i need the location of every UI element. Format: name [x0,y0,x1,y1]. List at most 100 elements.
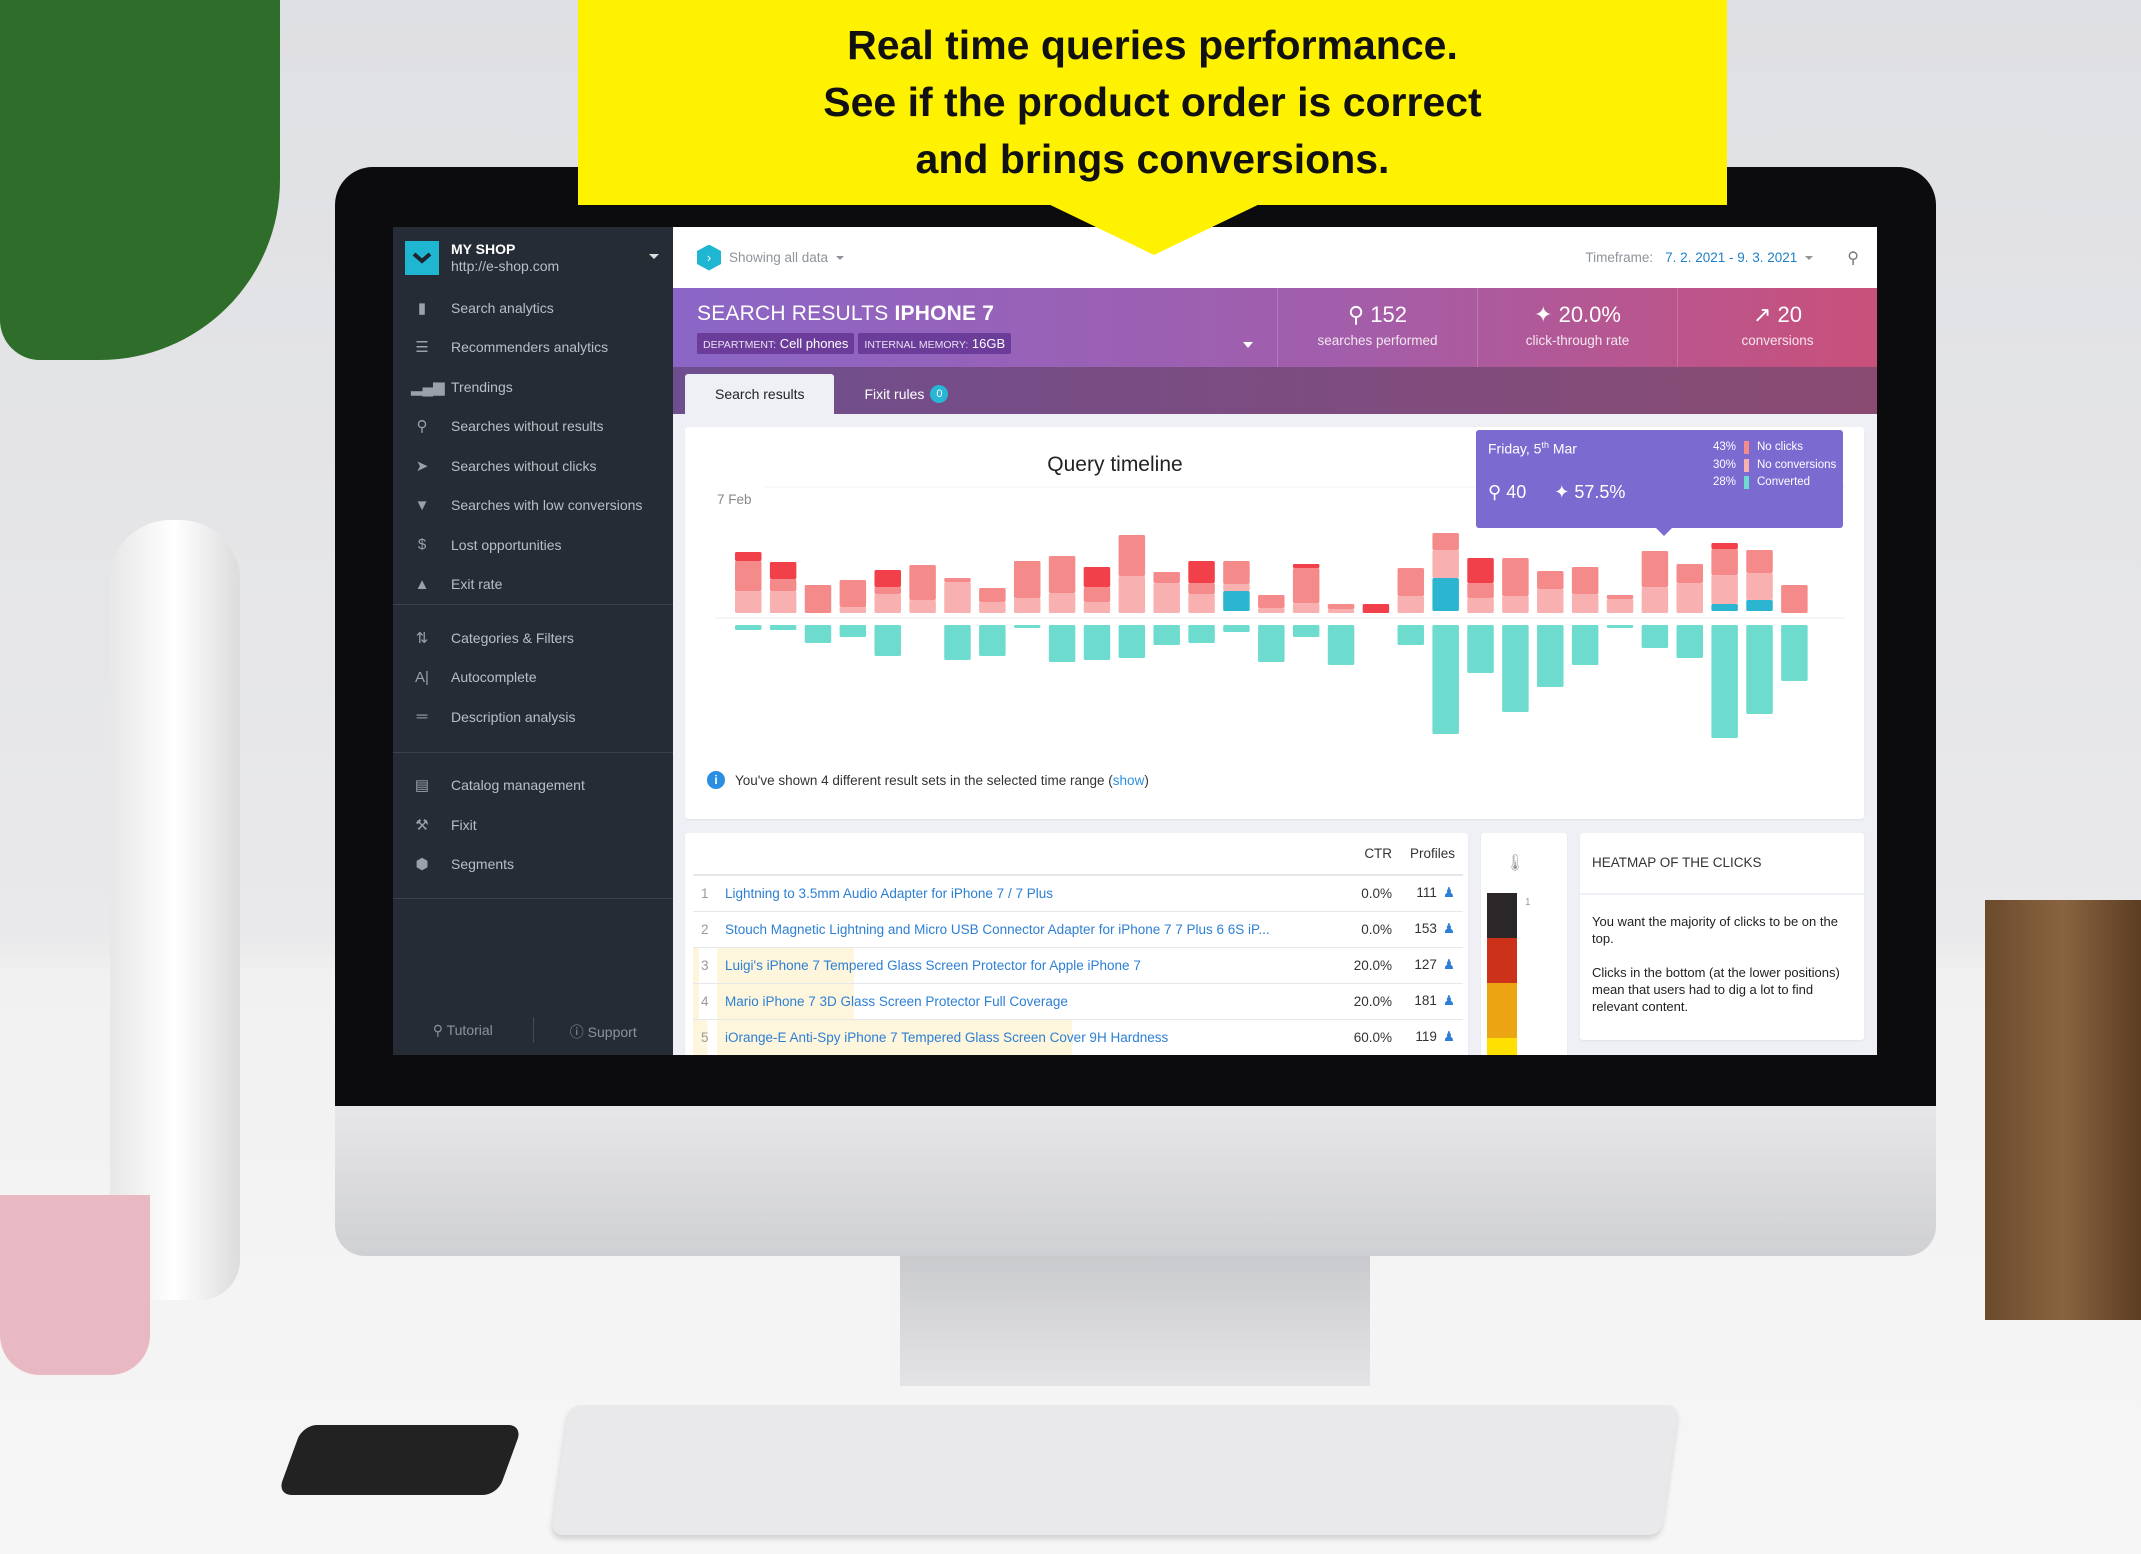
bar-mid-28-feb[interactable] [1467,583,1494,598]
bar-light-3-mar[interactable] [1571,594,1599,613]
sidebar-item-searches-without-results[interactable]: ⚲ Searches without results [393,407,673,447]
bar-teal-4-mar[interactable] [1606,625,1634,628]
bar-mid-3-mar[interactable] [1571,567,1599,594]
bar-light-16-feb[interactable] [1048,593,1076,613]
bar-mid-4-mar[interactable] [1606,595,1634,599]
product-link[interactable]: Lightning to 3.5mm Audio Adapter for iPh… [725,886,1053,901]
bar-teal-11-feb[interactable] [874,625,901,656]
bar-light-20-feb[interactable] [1188,594,1215,613]
bar-light-12-feb[interactable] [909,600,936,613]
bar-light-27-feb[interactable] [1432,550,1459,578]
bar-red-20-feb[interactable] [1188,561,1215,583]
bar-teal-15-feb[interactable] [1013,625,1041,628]
user-profile-icon[interactable]: ♟ [1443,885,1455,900]
data-filter-dropdown[interactable]: Showing all data [729,250,845,265]
user-profile-icon[interactable]: ♟ [1443,957,1455,972]
user-profile-icon[interactable]: ♟ [1443,993,1455,1008]
bar-light-15-feb[interactable] [1013,598,1041,613]
bar-mid-24-feb[interactable] [1327,604,1355,609]
bar-mid-9-feb[interactable] [804,585,832,613]
bar-light-8-mar[interactable] [1746,573,1773,600]
bar-light-21-feb[interactable] [1223,584,1250,591]
bar-light-19-feb[interactable] [1153,583,1180,613]
bar-teal-22-feb[interactable] [1258,625,1285,662]
bar-mid-7-feb[interactable] [735,561,762,591]
bar-light-1-mar[interactable] [1502,596,1529,613]
tab-search-results[interactable]: Search results [685,374,835,414]
bar-mid-12-feb[interactable] [909,565,936,600]
support-link[interactable]: ⓘ Support [534,1022,674,1043]
bar-mid-8-feb[interactable] [769,579,797,591]
bar-teal-9-mar[interactable] [1781,625,1808,681]
bar-light-10-feb[interactable] [839,607,867,613]
bar-teal-7-mar[interactable] [1711,625,1738,738]
bar-light-13-feb[interactable] [944,582,971,613]
bar-mid-5-mar[interactable] [1641,551,1669,587]
bar-mid-19-feb[interactable] [1153,572,1180,583]
bar-teal-18-feb[interactable] [1118,625,1146,658]
bar-light-7-feb[interactable] [735,591,762,613]
sidebar-item-searches-with-low-conversions[interactable]: ▼ Searches with low conversions [393,486,673,526]
bar-teal-7-feb[interactable] [735,625,762,630]
bar-mid-26-feb[interactable] [1397,568,1425,596]
bar-red-7-feb[interactable] [735,552,762,561]
bar-teal-6-mar[interactable] [1676,625,1704,658]
bar-teal-2-mar[interactable] [1537,625,1564,687]
bar-blue-27-feb[interactable] [1432,578,1459,611]
bar-light-26-feb[interactable] [1397,596,1425,613]
bar-mid-18-feb[interactable] [1118,535,1146,576]
bar-teal-13-feb[interactable] [944,625,971,660]
bar-light-23-feb[interactable] [1292,603,1320,613]
bar-teal-26-feb[interactable] [1397,625,1425,645]
user-profile-icon[interactable]: ♟ [1443,1029,1455,1044]
product-link[interactable]: Mario iPhone 7 3D Glass Screen Protector… [725,994,1068,1009]
bar-teal-1-mar[interactable] [1502,625,1529,712]
show-link[interactable]: show [1113,773,1145,788]
product-link[interactable]: Stouch Magnetic Lightning and Micro USB … [725,922,1270,937]
bar-blue-21-feb[interactable] [1223,591,1250,611]
bar-mid-22-feb[interactable] [1258,595,1285,608]
bar-mid-1-mar[interactable] [1502,558,1529,596]
bar-mid-2-mar[interactable] [1537,571,1564,589]
bar-blue-8-mar[interactable] [1746,600,1773,611]
bar-mid-17-feb[interactable] [1083,587,1111,602]
filter-chip[interactable]: DEPARTMENT: Cell phones [697,333,855,354]
expand-caret-icon[interactable] [1243,342,1253,348]
sidebar-item-search-analytics[interactable]: ▮ Search analytics [393,288,673,328]
bar-teal-27-feb[interactable] [1432,625,1459,734]
bar-teal-23-feb[interactable] [1292,625,1320,637]
bar-mid-23-feb[interactable] [1292,568,1320,603]
sidebar-item-description-analysis[interactable]: ═ Description analysis [393,697,673,737]
timeframe-picker[interactable]: 7. 2. 2021 - 9. 3. 2021 [1665,250,1814,265]
bar-light-17-feb[interactable] [1083,602,1111,613]
bar-mid-9-mar[interactable] [1781,585,1808,613]
bar-teal-19-feb[interactable] [1153,625,1180,645]
bar-red-23-feb[interactable] [1292,564,1320,568]
bar-mid-10-feb[interactable] [839,580,867,607]
sidebar-item-exit-rate[interactable]: ▲ Exit rate [393,565,673,605]
bar-light-28-feb[interactable] [1467,598,1494,613]
bar-teal-14-feb[interactable] [979,625,1006,656]
bar-red-28-feb[interactable] [1467,558,1494,583]
bar-light-11-feb[interactable] [874,594,901,613]
bar-teal-5-mar[interactable] [1641,625,1669,648]
bar-mid-20-feb[interactable] [1188,583,1215,594]
bar-teal-9-feb[interactable] [804,625,832,643]
bar-mid-14-feb[interactable] [979,588,1006,602]
user-profile-icon[interactable]: ♟ [1443,921,1455,936]
filter-chip[interactable]: INTERNAL MEMORY: 16GB [858,333,1012,354]
bar-blue-7-mar[interactable] [1711,604,1738,611]
sidebar-item-recommenders-analytics[interactable]: ☰ Recommenders analytics [393,328,673,368]
bar-mid-11-feb[interactable] [874,587,901,594]
bar-mid-6-mar[interactable] [1676,564,1704,583]
sidebar-item-segments[interactable]: ⬢ Segments [393,845,673,885]
bar-light-18-feb[interactable] [1118,576,1146,613]
bar-teal-3-mar[interactable] [1571,625,1599,665]
sidebar-item-trendings[interactable]: ▂▄▆ Trendings [393,367,673,407]
bar-red-11-feb[interactable] [874,570,901,587]
bar-mid-13-feb[interactable] [944,578,971,582]
bar-red-25-feb[interactable] [1362,604,1390,613]
bar-light-8-feb[interactable] [769,591,797,613]
product-link[interactable]: Luigi's iPhone 7 Tempered Glass Screen P… [725,958,1141,973]
bar-teal-16-feb[interactable] [1048,625,1076,662]
